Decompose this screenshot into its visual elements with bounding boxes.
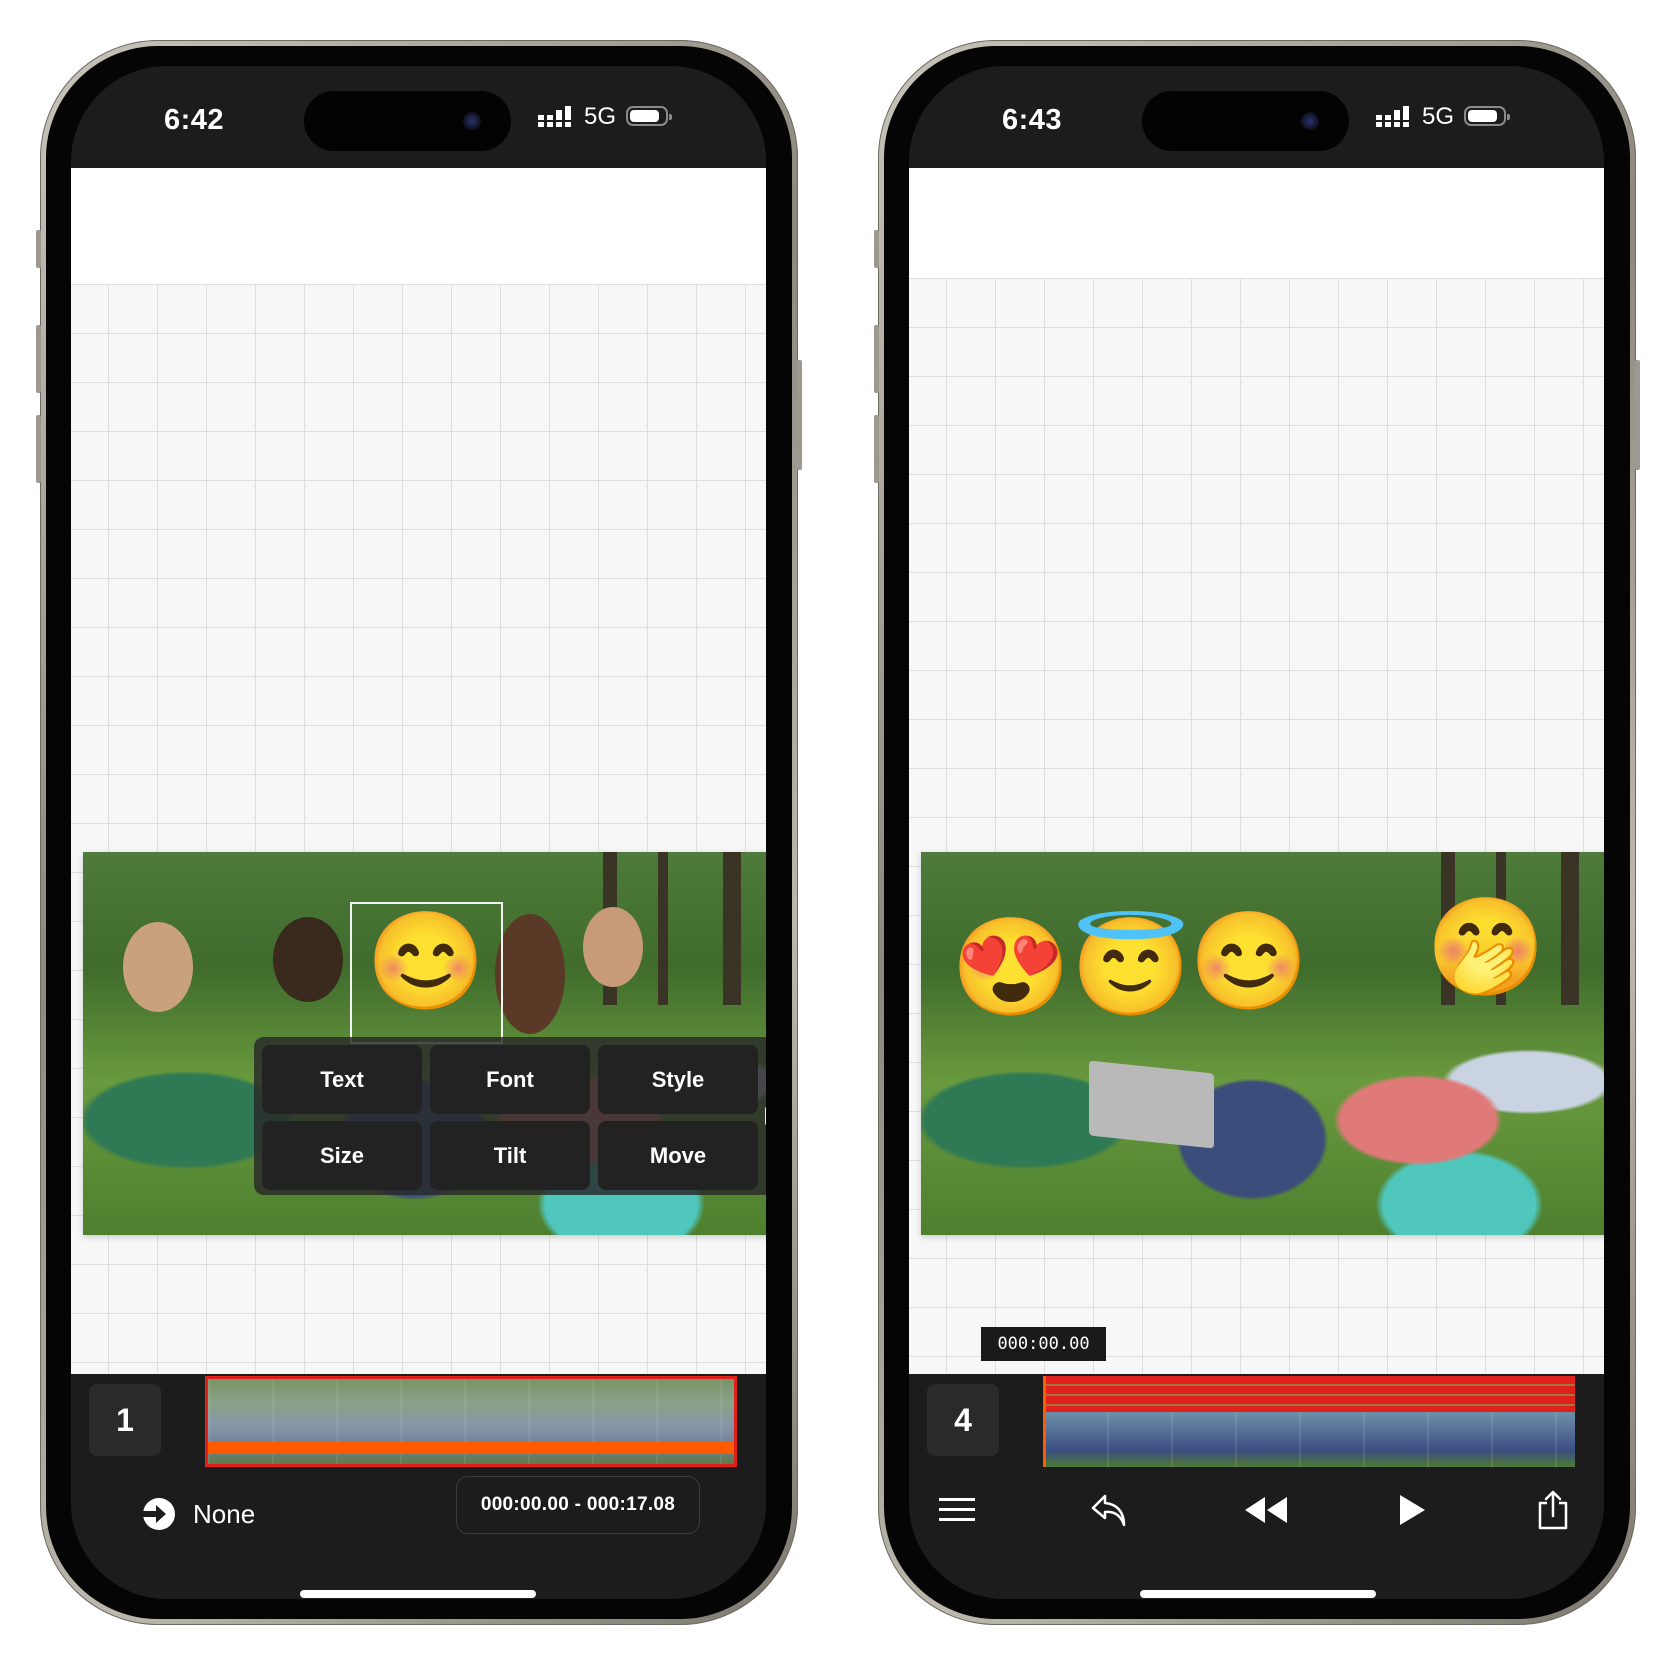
tree-trunk	[1561, 852, 1579, 1006]
bottom-bar: None 000:00.00 - 000:17.08	[71, 1467, 766, 1599]
edit-menu: Text Font Style Size Tilt Move	[254, 1037, 766, 1195]
chevron-right-icon[interactable]	[765, 1107, 766, 1125]
phone-left: 6:42 5G 😊 Text Font Style Size Tilt Move…	[36, 40, 802, 1625]
menu-icon	[939, 1498, 975, 1521]
top-toolbar-area	[71, 168, 766, 284]
share-icon	[1538, 1490, 1568, 1530]
screen: 6:42 5G 😊 Text Font Style Size Tilt Move…	[71, 66, 766, 1599]
camera-icon	[1301, 112, 1319, 130]
menu-button[interactable]	[937, 1490, 977, 1530]
progress-bar	[208, 1442, 734, 1454]
person	[583, 907, 643, 987]
battery-icon	[626, 106, 672, 126]
undo-button[interactable]	[1089, 1490, 1129, 1530]
overlay-track-3[interactable]	[1043, 1396, 1575, 1406]
playhead-time-label: 000:00.00	[981, 1327, 1106, 1361]
timeline-clip[interactable]	[205, 1376, 737, 1467]
video-preview[interactable]: 😍 😇 😊 🤭	[921, 852, 1604, 1235]
action-button	[874, 230, 879, 268]
track-count-badge[interactable]: 1	[89, 1384, 161, 1456]
playhead[interactable]	[1043, 1376, 1046, 1467]
signal-icon	[1376, 106, 1409, 127]
person	[123, 922, 193, 1012]
home-indicator[interactable]	[1140, 1590, 1376, 1598]
bottom-toolbar	[909, 1467, 1604, 1599]
home-indicator[interactable]	[300, 1590, 536, 1598]
signal-icon	[538, 106, 571, 127]
move-button[interactable]: Move	[598, 1121, 758, 1190]
share-button[interactable]	[1533, 1490, 1573, 1530]
status-time: 6:42	[164, 104, 225, 136]
hand-over-mouth-emoji[interactable]: 🤭	[1426, 900, 1546, 996]
status-time: 6:43	[1002, 104, 1063, 136]
laptop	[1089, 1060, 1214, 1149]
volume-down-button	[36, 415, 41, 483]
person	[495, 914, 565, 1034]
power-button	[1635, 360, 1640, 470]
bezel: 6:43 5G 😍 😇 😊 🤭 000:00.00 4	[884, 46, 1630, 1619]
rewind-button[interactable]	[1241, 1490, 1291, 1530]
bezel: 6:42 5G 😊 Text Font Style Size Tilt Move…	[46, 46, 792, 1619]
screen: 6:43 5G 😍 😇 😊 🤭 000:00.00 4	[909, 66, 1604, 1599]
dynamic-island	[304, 91, 511, 151]
top-toolbar-area	[909, 168, 1604, 278]
camera-icon	[463, 112, 481, 130]
play-button[interactable]	[1392, 1490, 1432, 1530]
tree-trunk	[723, 852, 741, 1006]
heart-eyes-emoji[interactable]: 😍	[951, 920, 1071, 1016]
power-button	[797, 360, 802, 470]
arrow-circle-right-icon	[141, 1498, 175, 1530]
dynamic-island	[1142, 91, 1349, 151]
overlay-track-2[interactable]	[1043, 1386, 1575, 1396]
timeline-clip[interactable]	[1043, 1376, 1575, 1467]
editor-canvas[interactable]: 😊 Text Font Style Size Tilt Move	[71, 284, 766, 1374]
volume-up-button	[874, 325, 879, 393]
clip-thumbnails	[1043, 1412, 1575, 1467]
transition-selector[interactable]: None	[141, 1496, 255, 1532]
style-button[interactable]: Style	[598, 1045, 758, 1114]
tree-trunk	[658, 852, 668, 1006]
person	[273, 917, 343, 1002]
status-bar: 6:43 5G	[909, 66, 1604, 168]
timeline: 4	[909, 1374, 1604, 1467]
time-range[interactable]: 000:00.00 - 000:17.08	[456, 1476, 700, 1534]
undo-icon	[1091, 1494, 1126, 1527]
timeline: 1	[71, 1374, 766, 1467]
action-button	[36, 230, 41, 268]
volume-down-button	[874, 415, 879, 483]
smiling-face-emoji[interactable]: 😊	[366, 914, 486, 1010]
rewind-icon	[1245, 1497, 1287, 1523]
overlay-track-1[interactable]	[1043, 1376, 1575, 1386]
overlay-track-4[interactable]	[1043, 1406, 1575, 1412]
smiling-face-emoji[interactable]: 😊	[1189, 914, 1309, 1010]
network-label: 5G	[1422, 103, 1455, 130]
halo-emoji[interactable]: 😇	[1071, 920, 1191, 1016]
tilt-button[interactable]: Tilt	[430, 1121, 590, 1190]
volume-up-button	[36, 325, 41, 393]
network-label: 5G	[584, 103, 617, 130]
text-button[interactable]: Text	[262, 1045, 422, 1114]
status-bar: 6:42 5G	[71, 66, 766, 168]
phone-right: 6:43 5G 😍 😇 😊 🤭 000:00.00 4	[874, 40, 1640, 1625]
track-count-badge[interactable]: 4	[927, 1384, 999, 1456]
battery-icon	[1464, 106, 1510, 126]
size-button[interactable]: Size	[262, 1121, 422, 1190]
play-icon	[1400, 1495, 1425, 1525]
editor-canvas[interactable]: 😍 😇 😊 🤭 000:00.00	[909, 278, 1604, 1374]
transition-label: None	[193, 1498, 256, 1529]
font-button[interactable]: Font	[430, 1045, 590, 1114]
